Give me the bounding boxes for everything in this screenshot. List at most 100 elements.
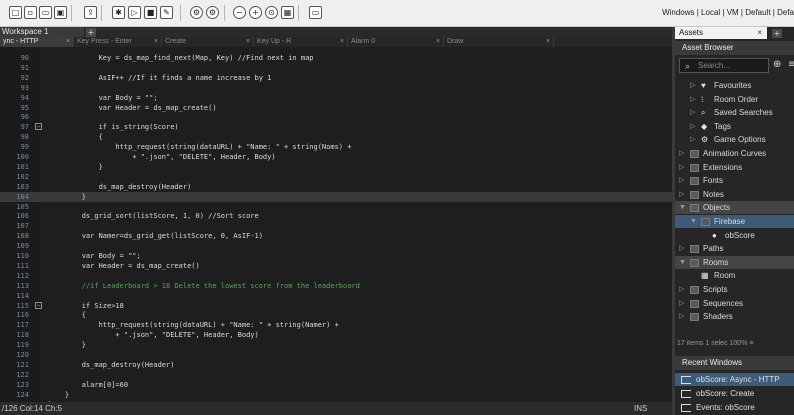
code-line[interactable]: 116 { [0,310,674,320]
code-line[interactable]: 104 } [0,192,674,202]
debug-button[interactable]: ✱ [112,6,125,19]
chevron-right-icon[interactable]: ▷ [679,188,684,201]
chevron-down-icon[interactable]: ▼ [679,256,686,269]
code-line[interactable]: 114 [0,291,674,301]
code-line[interactable]: 103 ds_map_destroy(Header) [0,182,674,192]
layout-button[interactable]: ▦ [281,6,294,19]
event-tab[interactable]: Create × [162,37,254,47]
workspace-tab[interactable]: Workspace 1 [0,27,84,37]
close-icon[interactable]: × [546,37,550,47]
preferences-button[interactable]: ⚙ [206,6,219,19]
tree-item-shaders[interactable]: ▷ Shaders [675,310,794,323]
zoom-out-button[interactable]: − [233,6,246,19]
code-line[interactable]: 92 AsIF++ //If it finds a name increase … [0,73,674,83]
event-tab[interactable]: ync - HTTP × [0,37,74,47]
chevron-right-icon[interactable]: ▷ [679,161,684,174]
code-line[interactable]: 91 [0,63,674,73]
chevron-right-icon[interactable]: ▷ [679,297,684,310]
tree-item-saved-searches[interactable]: ▷ ⌕ Saved Searches [675,106,794,119]
chevron-right-icon[interactable]: ▷ [690,106,695,119]
stop-button[interactable]: ■ [144,6,157,19]
chevron-down-icon[interactable]: ▼ [679,201,686,214]
tree-item-favourites[interactable]: ▷ ♥ Favourites [675,79,794,92]
tree-item-room-order[interactable]: ▷ ⁝ Room Order [675,93,794,106]
assets-tab[interactable]: Assets × [675,27,767,39]
tree-item-room[interactable]: ▦ Room [675,269,794,282]
device-button[interactable]: ▭ [309,6,322,19]
close-icon[interactable]: × [340,37,344,47]
export-button[interactable]: ⇪ [84,6,97,19]
close-icon[interactable]: × [154,37,158,47]
new-file-button[interactable]: ▫ [24,6,37,19]
code-line[interactable]: 113 //if Leaderboard > 18 Delete the low… [0,281,674,291]
recent-window-item[interactable]: Events: obScore [675,401,794,414]
tree-item-obscore[interactable]: ● obScore [675,229,794,242]
code-line[interactable]: 122 [0,370,674,380]
chevron-right-icon[interactable]: ▷ [679,310,684,323]
recent-window-item[interactable]: obScore: Async - HTTP [675,373,794,386]
code-line[interactable]: 112 [0,271,674,281]
close-icon[interactable]: × [246,37,250,47]
chevron-right-icon[interactable]: ▷ [690,93,695,106]
chevron-right-icon[interactable]: ▷ [679,147,684,160]
code-line[interactable]: 107 [0,221,674,231]
tree-item-firebase[interactable]: ▼ Firebase [675,215,794,228]
chevron-down-icon[interactable]: ▼ [690,215,697,228]
event-tab[interactable]: Key Press - Enter × [74,37,162,47]
code-line[interactable]: 97 if is_string(Score) [0,122,674,132]
chevron-right-icon[interactable]: ▷ [690,133,695,146]
add-asset-icon[interactable]: ⊕ [773,58,781,72]
code-line[interactable]: 94 var Body = ""; [0,93,674,103]
tree-item-objects[interactable]: ▼ Objects [675,201,794,214]
close-icon[interactable]: × [757,27,762,39]
code-line[interactable]: 108 var Namer=ds_grid_get(listScore, 0, … [0,231,674,241]
chevron-right-icon[interactable]: ▷ [690,79,695,92]
code-line[interactable]: 101 } [0,162,674,172]
zoom-in-button[interactable]: + [249,6,262,19]
code-line[interactable]: 100 + ".json", "DELETE", Header, Body) [0,152,674,162]
event-tab[interactable]: Draw × [444,37,554,47]
open-button[interactable]: ▭ [39,6,52,19]
code-line[interactable]: 121 ds_map_destroy(Header) [0,360,674,370]
code-line[interactable]: 120 [0,350,674,360]
code-line[interactable]: 102 [0,172,674,182]
close-icon[interactable]: × [436,37,440,47]
code-line[interactable]: 99 http_request(string(dataURL) + "Name:… [0,142,674,152]
close-icon[interactable]: × [66,37,70,47]
tree-item-notes[interactable]: ▷ Notes [675,188,794,201]
tree-item-game-options[interactable]: ▷ ⚙ Game Options [675,133,794,146]
code-line[interactable]: 98 { [0,132,674,142]
tree-item-sequences[interactable]: ▷ Sequences [675,297,794,310]
code-line[interactable]: 110 var Body = ""; [0,251,674,261]
search-input[interactable]: ⌕ Search... [679,58,769,73]
chevron-right-icon[interactable]: ▷ [690,120,695,133]
code-editor[interactable]: 90 Key = ds_map_find_next(Map, Key) //Fi… [0,47,674,402]
fold-toggle[interactable]: − [35,123,42,130]
settings-button[interactable]: ⚙ [190,6,203,19]
code-line[interactable]: 106 ds_grid_sort(listScore, 1, 0) //Sort… [0,211,674,221]
tree-item-animation-curves[interactable]: ▷ Animation Curves [675,147,794,160]
code-line[interactable]: 111 var Header = ds_map_create() [0,261,674,271]
event-tab[interactable]: Key Up - R × [254,37,348,47]
clean-button[interactable]: ✎ [160,6,173,19]
recent-window-item[interactable]: obScore: Create [675,387,794,400]
code-line[interactable]: 118 + ".json", "DELETE", Header, Body) [0,330,674,340]
code-line[interactable]: 123 alarm[0]=60 [0,380,674,390]
add-workspace-button[interactable]: + [86,28,96,37]
new-project-button[interactable]: □ [9,6,22,19]
tree-item-scripts[interactable]: ▷ Scripts [675,283,794,296]
tree-item-extensions[interactable]: ▷ Extensions [675,161,794,174]
chevron-right-icon[interactable]: ▷ [679,174,684,187]
run-button[interactable]: ▷ [128,6,141,19]
code-line[interactable]: 117 http_request(string(dataURL) + "Name… [0,320,674,330]
chevron-right-icon[interactable]: ▷ [679,242,684,255]
chevron-right-icon[interactable]: ▷ [679,283,684,296]
tree-item-rooms[interactable]: ▼ Rooms [675,256,794,269]
tree-item-fonts[interactable]: ▷ Fonts [675,174,794,187]
zoom-reset-button[interactable]: ⊙ [265,6,278,19]
code-line[interactable]: 93 [0,83,674,93]
code-line[interactable]: 90 Key = ds_map_find_next(Map, Key) //Fi… [0,53,674,63]
target-selector[interactable]: Windows | Local | VM | Default | Defa [662,8,794,17]
menu-icon[interactable]: ≡ [788,58,794,72]
save-button[interactable]: ▣ [54,6,67,19]
